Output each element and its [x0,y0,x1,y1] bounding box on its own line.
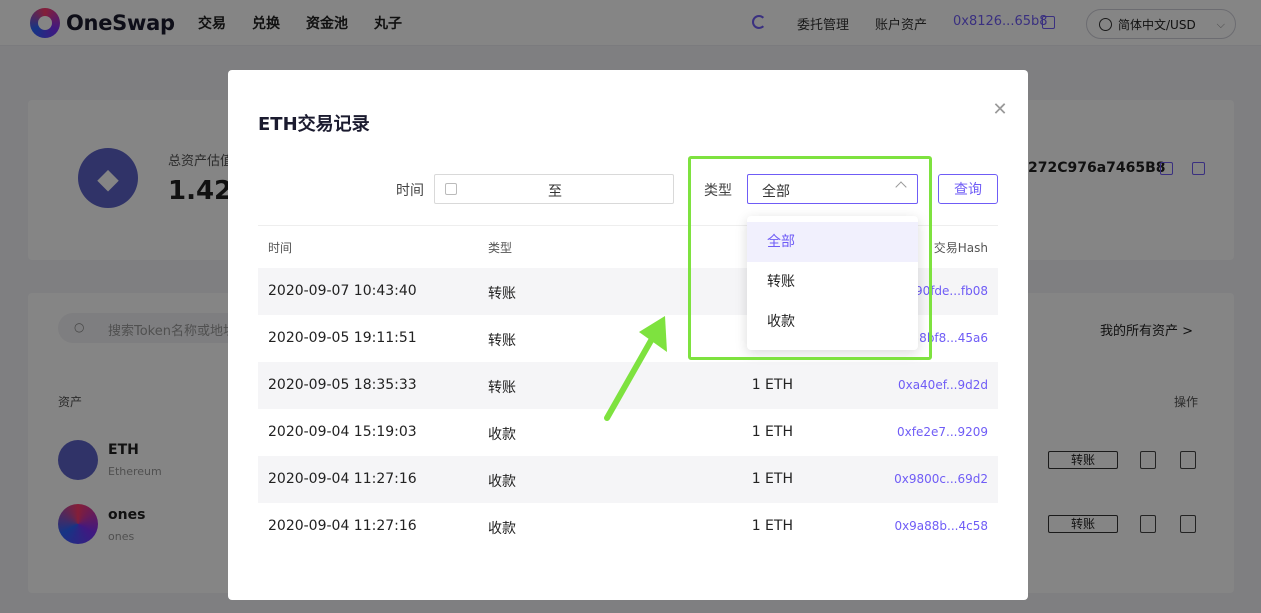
row-hash-link[interactable]: 0xfe2e7...9209 [897,425,988,439]
row-time: 2020-09-04 15:19:03 [268,424,417,440]
row-amount: 1 ETH [751,424,793,440]
highlight-box [688,156,932,360]
row-time: 2020-09-04 11:27:16 [268,471,417,487]
date-range-picker[interactable]: 至 [434,174,674,204]
row-type: 收款 [488,427,516,443]
close-icon[interactable]: ✕ [990,100,1010,120]
row-type: 收款 [488,474,516,490]
row-hash-link[interactable]: 0xa40ef...9d2d [898,378,988,392]
modal-title: ETH交易记录 [258,114,370,135]
row-amount: 1 ETH [751,471,793,487]
row-amount: 1 ETH [751,377,793,393]
col-type: 类型 [488,241,513,255]
table-row: 2020-09-04 11:27:16 收款 1 ETH 0x9800c...6… [258,456,998,503]
time-filter-label: 时间 [396,183,424,199]
col-hash: 交易Hash [933,241,988,255]
annotation-arrow-icon [604,316,667,421]
row-time: 2020-09-04 11:27:16 [268,518,417,534]
row-time: 2020-09-07 10:43:40 [268,283,417,299]
row-type: 转账 [488,380,516,396]
query-button[interactable]: 查询 [938,174,998,204]
row-hash-link[interactable]: 0x9a88b...4c58 [894,519,988,533]
row-hash-link[interactable]: 0x9800c...69d2 [894,472,988,486]
row-time: 2020-09-05 18:35:33 [268,377,417,393]
row-type: 转账 [488,333,516,349]
calendar-icon [445,183,457,195]
row-type: 收款 [488,521,516,537]
date-separator: 至 [548,184,562,200]
row-type: 转账 [488,286,516,302]
table-row: 2020-09-04 11:27:16 收款 1 ETH 0x9a88b...4… [258,503,998,550]
row-time: 2020-09-05 19:11:51 [268,330,417,346]
col-time: 时间 [268,241,293,255]
row-amount: 1 ETH [751,518,793,534]
